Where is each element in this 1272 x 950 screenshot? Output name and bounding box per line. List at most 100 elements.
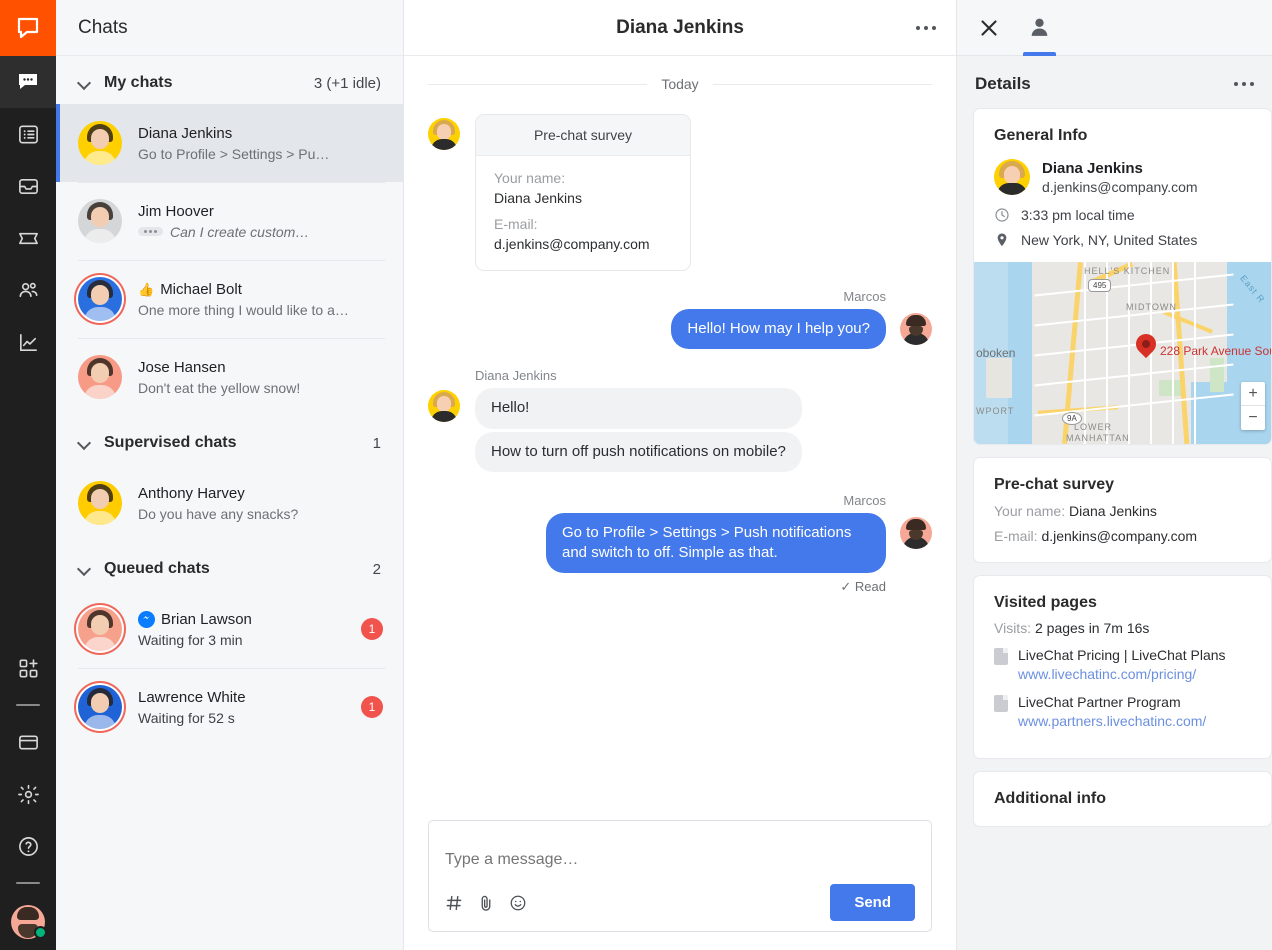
- chat-item-snippet-text: Go to Profile > Settings > Pu…: [138, 146, 329, 162]
- app-root: Chats My chats3 (+1 idle) Diana Jenkins Go…: [0, 0, 1272, 950]
- section-title: Supervised chats: [104, 434, 373, 452]
- chat-list-panel: Chats My chats3 (+1 idle) Diana Jenkins Go…: [56, 0, 404, 950]
- avatar: [78, 607, 122, 651]
- map-zoom-controls[interactable]: + −: [1241, 382, 1265, 430]
- chat-item-name: Lawrence White: [138, 689, 246, 706]
- chat-item-name: Anthony Harvey: [138, 485, 245, 502]
- section-header-queued-chats[interactable]: Queued chats2: [56, 542, 403, 590]
- conversation-panel: Diana Jenkins Today Pre-chat survey: [404, 0, 956, 950]
- message-group-survey: Pre-chat survey Your name: Diana Jenkins…: [428, 114, 932, 271]
- list-divider: [78, 338, 385, 339]
- message-bubble: Hello!: [475, 388, 802, 428]
- prechat-survey-body: Pre-chat survey Your name: Diana Jenkins…: [974, 458, 1271, 562]
- close-icon: [977, 16, 1001, 40]
- visited-page-url[interactable]: www.partners.livechatinc.com/: [1018, 712, 1206, 732]
- avatar-marcos: [900, 313, 932, 345]
- nav-item-settings[interactable]: [0, 768, 56, 820]
- paperclip-icon[interactable]: [477, 894, 495, 912]
- visited-page-item: LiveChat Pricing | LiveChat Plans www.li…: [994, 646, 1251, 685]
- chat-list-item[interactable]: Jose HansenDon't eat the yellow snow!: [56, 338, 403, 416]
- prechat-survey-card: Pre-chat survey Your name: Diana Jenkins…: [475, 114, 691, 271]
- general-info-card: General Info Diana Jenkins d.jenkins@com…: [973, 108, 1272, 445]
- additional-info-card: Additional info: [973, 771, 1272, 827]
- chat-list-item[interactable]: Diana Jenkins Go to Profile > Settings > …: [56, 104, 403, 182]
- nav-item-apps[interactable]: [0, 642, 56, 694]
- details-panel: Details General Info Diana Jenkins d.jen…: [956, 0, 1272, 950]
- ticket-icon: [17, 227, 40, 250]
- livechat-logo[interactable]: [0, 0, 56, 56]
- visited-page-url[interactable]: www.livechatinc.com/pricing/: [1018, 665, 1226, 685]
- chat-item-name-line: Anthony Harvey: [138, 485, 383, 502]
- chat-list-header: Chats: [56, 0, 403, 56]
- nav-item-archives[interactable]: [0, 108, 56, 160]
- current-user-avatar[interactable]: [0, 894, 56, 950]
- list-divider: [78, 260, 385, 261]
- visits-summary: Visits: 2 pages in 7m 16s: [994, 620, 1251, 636]
- message-input[interactable]: [445, 835, 915, 884]
- map-zoom-out-button[interactable]: −: [1241, 406, 1265, 430]
- chat-item-snippet-text: Don't eat the yellow snow!: [138, 380, 300, 396]
- details-menu-button[interactable]: [1234, 82, 1254, 86]
- apps-plus-icon: [17, 657, 40, 680]
- map-address-label: 228 Park Avenue Sou: [1160, 344, 1271, 358]
- emoji-icon[interactable]: [509, 894, 527, 912]
- list-icon: [17, 123, 40, 146]
- nav-item-billing[interactable]: [0, 716, 56, 768]
- chevron-down-icon[interactable]: [78, 436, 92, 450]
- tab-customer-details[interactable]: [1023, 0, 1056, 56]
- nav-item-team[interactable]: [0, 264, 56, 316]
- hash-icon[interactable]: [445, 894, 463, 912]
- section-header-supervised-chats[interactable]: Supervised chats1: [56, 416, 403, 464]
- page-title: Chats: [78, 17, 128, 39]
- nav-item-help[interactable]: [0, 820, 56, 872]
- avatar-diana: [428, 118, 460, 150]
- details-title: Details: [975, 74, 1234, 94]
- chat-item-snippet-text: One more thing I would like to a…: [138, 302, 349, 318]
- avatar: [78, 277, 122, 321]
- section-count: 2: [373, 561, 381, 578]
- nav-item-chats[interactable]: [0, 56, 56, 108]
- nav-item-tickets[interactable]: [0, 212, 56, 264]
- section-header-my-chats[interactable]: My chats3 (+1 idle): [56, 56, 403, 104]
- chat-list-item[interactable]: Lawrence WhiteWaiting for 52 s1: [56, 668, 403, 746]
- chat-item-name-line: 👍Michael Bolt: [138, 281, 383, 298]
- nav-item-reports[interactable]: [0, 316, 56, 368]
- chat-item-name-line: Jim Hoover: [138, 203, 383, 220]
- chat-item-meta: Diana Jenkins Go to Profile > Settings > …: [138, 125, 383, 162]
- survey-field-row: E-mail: d.jenkins@company.com: [994, 528, 1251, 544]
- location-pin-icon: [994, 232, 1010, 248]
- inbox-icon: [17, 175, 40, 198]
- map-route-shield: 9A: [1062, 412, 1082, 425]
- chat-list-item[interactable]: Anthony HarveyDo you have any snacks?: [56, 464, 403, 542]
- chat-item-name: Michael Bolt: [160, 281, 242, 298]
- survey-card-body: Your name: Diana Jenkins E-mail: d.jenki…: [476, 156, 690, 270]
- chevron-down-icon[interactable]: [78, 562, 92, 576]
- message-column: Marcos Hello! How may I help you?: [671, 289, 886, 352]
- chat-item-meta: Brian LawsonWaiting for 3 min: [138, 611, 353, 648]
- survey-field-label: E-mail:: [494, 216, 672, 232]
- chat-item-snippet-text: Waiting for 52 s: [138, 710, 235, 726]
- location-row: New York, NY, United States: [994, 232, 1251, 248]
- additional-info-body: Additional info: [974, 772, 1271, 826]
- day-separator-label: Today: [661, 76, 698, 92]
- chat-list-item[interactable]: Brian LawsonWaiting for 3 min1: [56, 590, 403, 668]
- chat-item-snippet-text: Can I create custom…: [170, 224, 309, 240]
- customer-identity: Diana Jenkins d.jenkins@company.com: [994, 159, 1251, 195]
- chat-item-name: Diana Jenkins: [138, 125, 232, 142]
- chat-list-item[interactable]: Jim Hoover Can I create custom…: [56, 182, 403, 260]
- chat-list-item[interactable]: 👍Michael Bolt One more thing I would like…: [56, 260, 403, 338]
- chat-item-snippet: Go to Profile > Settings > Pu…: [138, 146, 383, 162]
- chat-item-meta: Jim Hoover Can I create custom…: [138, 203, 383, 240]
- close-details-button[interactable]: [973, 0, 1005, 56]
- chevron-down-icon[interactable]: [78, 76, 92, 90]
- send-button[interactable]: Send: [830, 884, 915, 921]
- conversation-title: Diana Jenkins: [616, 17, 744, 39]
- typing-indicator-icon: [138, 227, 163, 236]
- visited-pages-title: Visited pages: [994, 594, 1251, 612]
- chat-item-name-line: Brian Lawson: [138, 611, 353, 628]
- location-map[interactable]: HELL'S KITCHEN MIDTOWN oboken WPORT LOWE…: [974, 262, 1271, 444]
- nav-item-inbox[interactable]: [0, 160, 56, 212]
- details-header: Details: [957, 56, 1272, 108]
- map-zoom-in-button[interactable]: +: [1241, 382, 1265, 406]
- conversation-menu-button[interactable]: [916, 26, 936, 30]
